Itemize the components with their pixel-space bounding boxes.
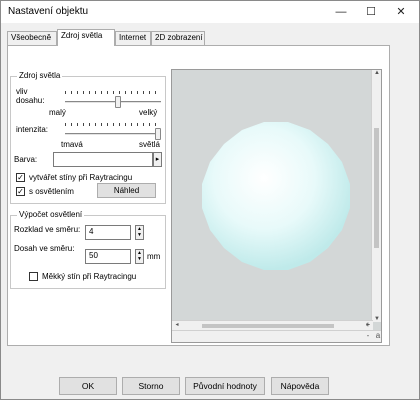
color-field[interactable] (53, 152, 153, 167)
sphere-preview (202, 122, 350, 270)
distribution-label: Rozklad ve směru: (14, 225, 81, 234)
window-title: Nastavení objektu (8, 6, 89, 17)
spin-down-icon[interactable]: ▼ (136, 232, 143, 238)
title-bar: Nastavení objektu — ☐ ✕ (1, 1, 419, 23)
vertical-scroll-thumb[interactable] (374, 128, 379, 248)
cast-shadows-label: vytvářet stíny při Raytracingu (29, 173, 133, 182)
range-unit: mm (147, 252, 161, 261)
tab-light-source[interactable]: Zdroj světla (57, 29, 115, 46)
soft-shadow-checkbox[interactable] (29, 272, 38, 281)
zoom-label[interactable]: a (373, 331, 381, 340)
maximize-button[interactable]: ☐ (356, 1, 386, 23)
help-button[interactable]: Nápověda (271, 377, 329, 395)
influence-ticks (65, 91, 161, 94)
intensity-ticks (65, 123, 161, 126)
influence-slider-thumb[interactable] (114, 96, 121, 108)
spin-down-icon[interactable]: ▼ (136, 256, 143, 262)
range-spinner[interactable]: ▲ ▼ (135, 249, 144, 264)
preview-pane[interactable]: ▲ ▼ ◂ ▸ + - a (171, 69, 382, 343)
zoom-in-icon[interactable]: + (363, 320, 373, 329)
range-input[interactable]: 50 (85, 249, 131, 264)
with-lighting-label: s osvětlením (29, 187, 74, 196)
reset-button[interactable]: Původní hodnoty (185, 377, 265, 395)
horizontal-scrollbar[interactable]: ◂ ▸ (172, 320, 373, 330)
distribution-spinner[interactable]: ▲ ▼ (135, 225, 144, 240)
scroll-up-icon[interactable]: ▲ (372, 70, 381, 76)
minimize-button[interactable]: — (326, 1, 356, 23)
influence-label-line2: dosahu: (16, 96, 45, 105)
influence-max-label: velký (139, 108, 158, 117)
close-button[interactable]: ✕ (386, 1, 416, 23)
tab-general[interactable]: Všeobecně (7, 31, 57, 46)
tab-internet[interactable]: Internet (115, 31, 151, 46)
cancel-button[interactable]: Storno (122, 377, 180, 395)
influence-slider-track[interactable] (65, 101, 161, 104)
soft-shadow-label: Měkký stín při Raytracingu (42, 272, 137, 281)
scroll-left-icon[interactable]: ◂ (172, 321, 182, 328)
range-label: Dosah ve směru: (14, 244, 75, 253)
horizontal-scroll-thumb[interactable] (202, 324, 334, 328)
light-source-legend: Zdroj světla (17, 71, 63, 80)
ok-button[interactable]: OK (59, 377, 117, 395)
preview-button[interactable]: Náhled (97, 183, 156, 198)
color-picker-button[interactable]: ▸ (153, 152, 162, 167)
influence-label-line1: vliv (16, 87, 28, 96)
dialog-window: Nastavení objektu — ☐ ✕ Všeobecně Zdroj … (0, 0, 420, 400)
lighting-calc-legend: Výpočet osvětlení (17, 210, 85, 219)
cast-shadows-checkbox[interactable]: ✓ (16, 173, 25, 182)
intensity-max-label: světlá (139, 140, 160, 149)
vertical-scrollbar[interactable]: ▲ ▼ (371, 70, 381, 322)
scroll-down-icon[interactable]: ▼ (372, 316, 381, 322)
zoom-bar: + - a (172, 320, 381, 342)
with-lighting-checkbox[interactable]: ✓ (16, 187, 25, 196)
sphere-shape (202, 122, 350, 270)
intensity-slider-track[interactable] (65, 133, 161, 136)
tab-2d-display[interactable]: 2D zobrazení (151, 31, 205, 46)
influence-min-label: malý (49, 108, 66, 117)
intensity-min-label: tmavá (61, 140, 83, 149)
intensity-slider-thumb[interactable] (155, 128, 161, 140)
intensity-label: intenzita: (16, 125, 49, 134)
distribution-input[interactable]: 4 (85, 225, 131, 240)
color-label: Barva: (14, 155, 38, 164)
zoom-out-icon[interactable]: - (363, 331, 373, 340)
light-source-group: Zdroj světla vliv dosahu: malý velký int… (10, 71, 166, 204)
lighting-calc-group: Výpočet osvětlení Rozklad ve směru: 4 ▲ … (10, 210, 166, 289)
